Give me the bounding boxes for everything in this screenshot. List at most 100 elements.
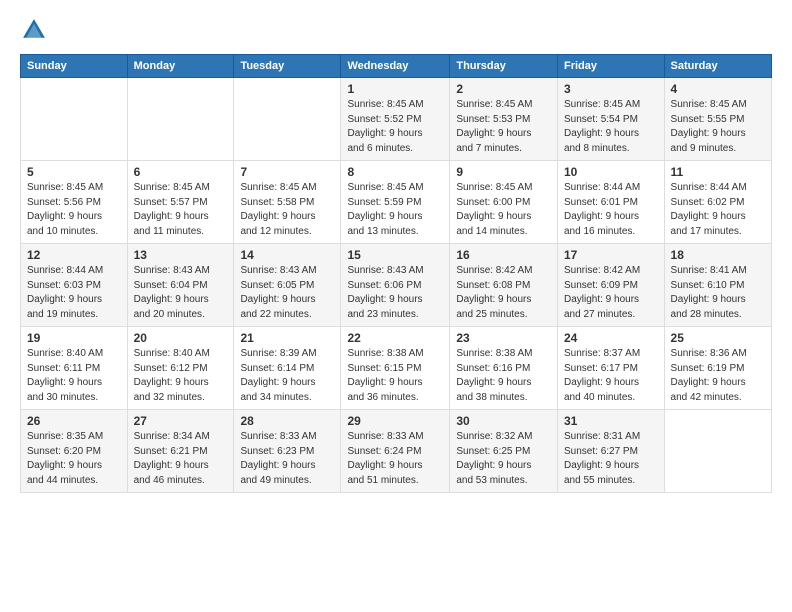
calendar-cell: 2Sunrise: 8:45 AM Sunset: 5:53 PM Daylig… bbox=[450, 78, 558, 161]
day-info: Sunrise: 8:38 AM Sunset: 6:15 PM Dayligh… bbox=[347, 347, 443, 405]
day-number: 24 bbox=[564, 331, 658, 345]
day-info: Sunrise: 8:37 AM Sunset: 6:17 PM Dayligh… bbox=[564, 347, 658, 405]
header bbox=[20, 16, 772, 44]
calendar-cell: 27 Sunrise: 8:34 AM Sunset: 6:21 PM Dayli… bbox=[127, 410, 234, 493]
day-number: 31 bbox=[564, 414, 658, 428]
calendar-cell: 23Sunrise: 8:38 AM Sunset: 6:16 PM Dayli… bbox=[450, 327, 558, 410]
day-info: Sunrise: 8:34 AM Sunset: 6:21 PM Dayligh… bbox=[134, 430, 228, 488]
day-number: 5 bbox=[27, 165, 121, 179]
day-info: Sunrise: 8:44 AM Sunset: 6:02 PM Dayligh… bbox=[671, 181, 765, 239]
day-number: 17 bbox=[564, 248, 658, 262]
day-number: 22 bbox=[347, 331, 443, 345]
calendar-cell bbox=[21, 78, 128, 161]
day-info: Sunrise: 8:33 AM Sunset: 6:24 PM Dayligh… bbox=[347, 430, 443, 488]
calendar-cell: 20 Sunrise: 8:40 AM Sunset: 6:12 PM Dayli… bbox=[127, 327, 234, 410]
calendar-cell: 13 Sunrise: 8:43 AM Sunset: 6:04 PM Dayli… bbox=[127, 244, 234, 327]
day-info: Sunrise: 8:45 AM Sunset: 5:54 PM Dayligh… bbox=[564, 98, 658, 156]
calendar-cell: 24 Sunrise: 8:37 AM Sunset: 6:17 PM Dayli… bbox=[558, 327, 665, 410]
calendar-cell: 30Sunrise: 8:32 AM Sunset: 6:25 PM Dayli… bbox=[450, 410, 558, 493]
day-info: Sunrise: 8:45 AM Sunset: 5:59 PM Dayligh… bbox=[347, 181, 443, 239]
calendar-cell bbox=[127, 78, 234, 161]
day-number: 11 bbox=[671, 165, 765, 179]
weekday-header: Sunday bbox=[21, 55, 128, 78]
weekday-header: Wednesday bbox=[341, 55, 450, 78]
day-info: Sunrise: 8:35 AM Sunset: 6:20 PM Dayligh… bbox=[27, 430, 121, 488]
calendar-cell bbox=[664, 410, 771, 493]
calendar-cell: 17 Sunrise: 8:42 AM Sunset: 6:09 PM Dayli… bbox=[558, 244, 665, 327]
day-number: 14 bbox=[240, 248, 334, 262]
calendar-week: 1Sunrise: 8:45 AM Sunset: 5:52 PM Daylig… bbox=[21, 78, 772, 161]
day-info: Sunrise: 8:42 AM Sunset: 6:08 PM Dayligh… bbox=[456, 264, 551, 322]
day-info: Sunrise: 8:31 AM Sunset: 6:27 PM Dayligh… bbox=[564, 430, 658, 488]
calendar-header: SundayMondayTuesdayWednesdayThursdayFrid… bbox=[21, 55, 772, 78]
calendar-cell: 29 Sunrise: 8:33 AM Sunset: 6:24 PM Dayli… bbox=[341, 410, 450, 493]
day-number: 6 bbox=[134, 165, 228, 179]
day-info: Sunrise: 8:45 AM Sunset: 5:55 PM Dayligh… bbox=[671, 98, 765, 156]
logo-icon bbox=[20, 16, 48, 44]
day-number: 9 bbox=[456, 165, 551, 179]
calendar-cell: 31 Sunrise: 8:31 AM Sunset: 6:27 PM Dayli… bbox=[558, 410, 665, 493]
day-info: Sunrise: 8:43 AM Sunset: 6:06 PM Dayligh… bbox=[347, 264, 443, 322]
calendar-week: 19 Sunrise: 8:40 AM Sunset: 6:11 PM Dayli… bbox=[21, 327, 772, 410]
calendar-cell: 15 Sunrise: 8:43 AM Sunset: 6:06 PM Dayli… bbox=[341, 244, 450, 327]
day-info: Sunrise: 8:41 AM Sunset: 6:10 PM Dayligh… bbox=[671, 264, 765, 322]
day-number: 27 bbox=[134, 414, 228, 428]
calendar-cell: 7Sunrise: 8:45 AM Sunset: 5:58 PM Daylig… bbox=[234, 161, 341, 244]
calendar-cell: 28Sunrise: 8:33 AM Sunset: 6:23 PM Dayli… bbox=[234, 410, 341, 493]
calendar-cell: 21Sunrise: 8:39 AM Sunset: 6:14 PM Dayli… bbox=[234, 327, 341, 410]
day-number: 3 bbox=[564, 82, 658, 96]
page: SundayMondayTuesdayWednesdayThursdayFrid… bbox=[0, 0, 792, 612]
calendar-cell bbox=[234, 78, 341, 161]
day-number: 21 bbox=[240, 331, 334, 345]
day-info: Sunrise: 8:42 AM Sunset: 6:09 PM Dayligh… bbox=[564, 264, 658, 322]
weekday-header: Friday bbox=[558, 55, 665, 78]
weekday-header: Saturday bbox=[664, 55, 771, 78]
calendar-table: SundayMondayTuesdayWednesdayThursdayFrid… bbox=[20, 54, 772, 493]
day-number: 30 bbox=[456, 414, 551, 428]
day-info: Sunrise: 8:43 AM Sunset: 6:04 PM Dayligh… bbox=[134, 264, 228, 322]
day-number: 20 bbox=[134, 331, 228, 345]
logo bbox=[20, 16, 52, 44]
day-number: 1 bbox=[347, 82, 443, 96]
weekday-header: Thursday bbox=[450, 55, 558, 78]
day-number: 26 bbox=[27, 414, 121, 428]
calendar-week: 5Sunrise: 8:45 AM Sunset: 5:56 PM Daylig… bbox=[21, 161, 772, 244]
day-number: 13 bbox=[134, 248, 228, 262]
calendar-cell: 22 Sunrise: 8:38 AM Sunset: 6:15 PM Dayli… bbox=[341, 327, 450, 410]
day-info: Sunrise: 8:40 AM Sunset: 6:12 PM Dayligh… bbox=[134, 347, 228, 405]
calendar-cell: 25 Sunrise: 8:36 AM Sunset: 6:19 PM Dayli… bbox=[664, 327, 771, 410]
day-number: 28 bbox=[240, 414, 334, 428]
day-number: 7 bbox=[240, 165, 334, 179]
calendar-cell: 12 Sunrise: 8:44 AM Sunset: 6:03 PM Dayli… bbox=[21, 244, 128, 327]
day-info: Sunrise: 8:45 AM Sunset: 5:57 PM Dayligh… bbox=[134, 181, 228, 239]
calendar-cell: 19 Sunrise: 8:40 AM Sunset: 6:11 PM Dayli… bbox=[21, 327, 128, 410]
day-info: Sunrise: 8:45 AM Sunset: 6:00 PM Dayligh… bbox=[456, 181, 551, 239]
day-info: Sunrise: 8:43 AM Sunset: 6:05 PM Dayligh… bbox=[240, 264, 334, 322]
day-info: Sunrise: 8:44 AM Sunset: 6:03 PM Dayligh… bbox=[27, 264, 121, 322]
calendar-week: 12 Sunrise: 8:44 AM Sunset: 6:03 PM Dayli… bbox=[21, 244, 772, 327]
calendar-week: 26 Sunrise: 8:35 AM Sunset: 6:20 PM Dayli… bbox=[21, 410, 772, 493]
day-number: 15 bbox=[347, 248, 443, 262]
calendar-cell: 6 Sunrise: 8:45 AM Sunset: 5:57 PM Daylig… bbox=[127, 161, 234, 244]
day-number: 25 bbox=[671, 331, 765, 345]
calendar-cell: 8 Sunrise: 8:45 AM Sunset: 5:59 PM Daylig… bbox=[341, 161, 450, 244]
calendar-cell: 1Sunrise: 8:45 AM Sunset: 5:52 PM Daylig… bbox=[341, 78, 450, 161]
calendar-cell: 26 Sunrise: 8:35 AM Sunset: 6:20 PM Dayli… bbox=[21, 410, 128, 493]
calendar-cell: 5Sunrise: 8:45 AM Sunset: 5:56 PM Daylig… bbox=[21, 161, 128, 244]
day-number: 8 bbox=[347, 165, 443, 179]
day-number: 19 bbox=[27, 331, 121, 345]
day-number: 16 bbox=[456, 248, 551, 262]
day-number: 18 bbox=[671, 248, 765, 262]
day-info: Sunrise: 8:36 AM Sunset: 6:19 PM Dayligh… bbox=[671, 347, 765, 405]
day-number: 12 bbox=[27, 248, 121, 262]
calendar-cell: 10 Sunrise: 8:44 AM Sunset: 6:01 PM Dayli… bbox=[558, 161, 665, 244]
day-number: 29 bbox=[347, 414, 443, 428]
calendar-cell: 18 Sunrise: 8:41 AM Sunset: 6:10 PM Dayli… bbox=[664, 244, 771, 327]
calendar-cell: 4Sunrise: 8:45 AM Sunset: 5:55 PM Daylig… bbox=[664, 78, 771, 161]
day-number: 10 bbox=[564, 165, 658, 179]
day-info: Sunrise: 8:44 AM Sunset: 6:01 PM Dayligh… bbox=[564, 181, 658, 239]
calendar-cell: 14 Sunrise: 8:43 AM Sunset: 6:05 PM Dayli… bbox=[234, 244, 341, 327]
day-number: 2 bbox=[456, 82, 551, 96]
day-info: Sunrise: 8:40 AM Sunset: 6:11 PM Dayligh… bbox=[27, 347, 121, 405]
day-number: 23 bbox=[456, 331, 551, 345]
